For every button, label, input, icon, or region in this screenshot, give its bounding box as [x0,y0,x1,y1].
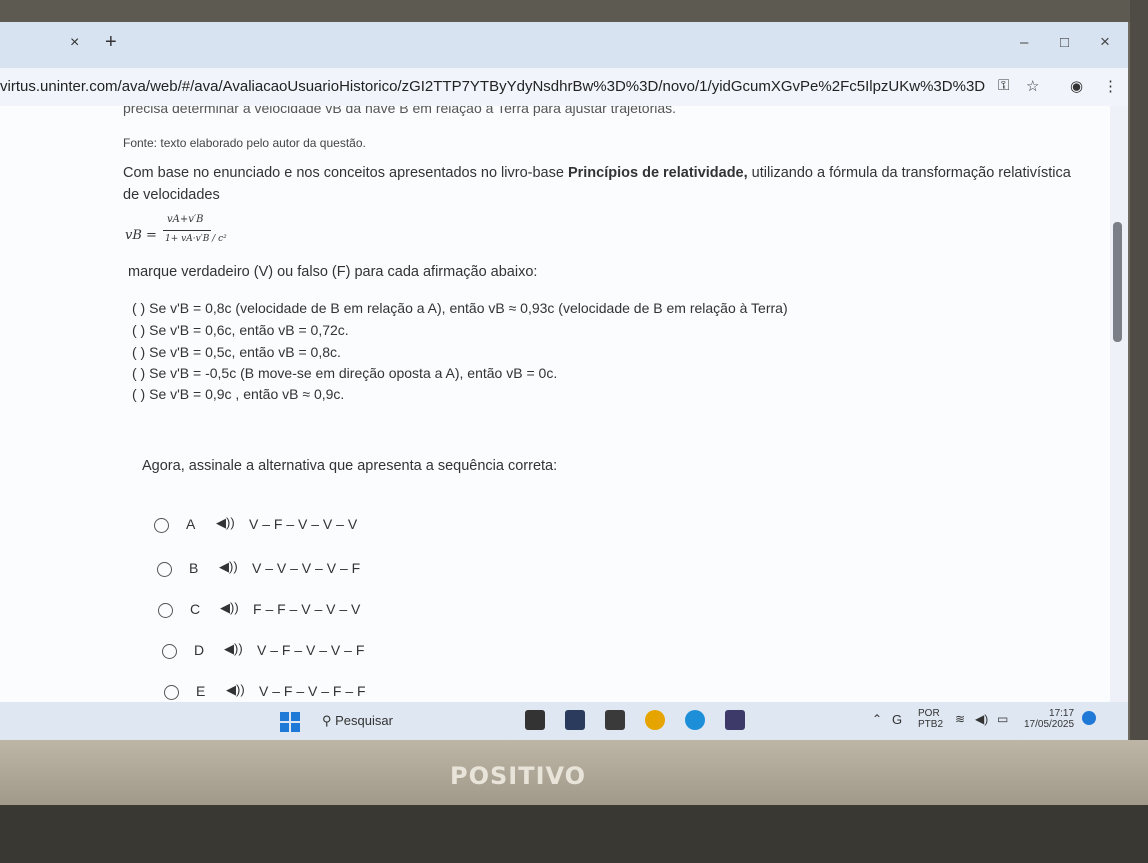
speaker-icon[interactable]: ◀)) [216,515,235,531]
windows-start-icon[interactable] [280,712,300,732]
keyboard-layout: PTB2 [918,719,944,730]
statement-2: ( ) Se v'B = 0,6c, então vB = 0,72c. [132,322,349,338]
chat-icon[interactable] [565,710,585,730]
radio-option-c[interactable] [158,603,173,618]
copilot-icon[interactable]: G [892,712,902,727]
statement-5: ( ) Se v'B = 0,9c , então vB ≈ 0,9c. [132,386,345,402]
search-label: Pesquisar [335,713,393,728]
star-icon[interactable]: ☆ [1026,77,1039,95]
clock[interactable]: 17:17 17/05/2025 [1024,708,1074,730]
radio-option-b[interactable] [157,562,172,577]
question-source: Fonte: texto elaborado pelo autor da que… [123,136,366,150]
fraction-bar [163,230,211,231]
option-letter: A [186,516,196,532]
scrollbar-track[interactable] [1110,106,1128,702]
chrome-icon[interactable] [645,710,665,730]
question-text-partial: precisa determinar a velocidade vB da na… [123,106,677,116]
key-icon[interactable]: ⚿ [998,77,1009,94]
tab-close-button[interactable]: × [70,34,79,52]
address-bar: virtus.uninter.com/ava/web/#/ava/Avaliac… [0,68,1128,106]
taskbar: ⚲ Pesquisar ⌃ G POR PTB2 ≋ ◀) ▭ 17:17 17/0… [0,702,1128,740]
radio-option-e[interactable] [164,685,179,700]
taskbar-search[interactable]: ⚲ Pesquisar [322,713,393,729]
wifi-icon[interactable]: ≋ [955,712,965,726]
statement-3: ( ) Se v'B = 0,5c, então vB = 0,8c. [132,344,341,360]
laptop-keyboard [0,805,1148,863]
task-view-icon[interactable] [525,710,545,730]
edge-icon[interactable] [685,710,705,730]
statement-1: ( ) Se v'B = 0,8c (velocidade de B em re… [132,300,788,316]
option-sequence: V – F – V – F – F [259,683,366,699]
question-page: precisa determinar a velocidade vB da na… [0,106,1110,702]
store-icon[interactable] [725,710,745,730]
tab-bar: × + – □ × [0,22,1128,68]
menu-kebab-icon[interactable]: ⋮ [1103,77,1118,95]
instruction-text: marque verdadeiro (V) ou falso (F) para … [128,264,538,280]
speaker-icon[interactable]: ◀)) [220,600,239,616]
statement-4: ( ) Se v'B = -0,5c (B move-se em direção… [132,365,558,381]
battery-icon[interactable]: ▭ [997,712,1008,726]
laptop-bezel-top [0,0,1148,22]
time: 17:17 [1049,708,1075,719]
laptop-bezel-right [1130,0,1148,863]
intro-text-start: Com base no enunciado e nos conceitos ap… [123,165,568,181]
option-letter: D [194,642,205,658]
maximize-button[interactable]: □ [1060,34,1069,51]
radio-option-a[interactable] [154,518,169,533]
option-sequence: V – F – V – V – V [249,516,358,532]
language-indicator[interactable]: POR PTB2 [918,708,943,730]
url-field[interactable]: virtus.uninter.com/ava/web/#/ava/Avaliac… [0,78,985,95]
new-tab-button[interactable]: + [105,31,117,54]
option-letter: C [190,601,201,617]
screen: × + – □ × virtus.uninter.com/ava/web/#/a… [0,22,1128,740]
option-sequence: V – V – V – V – F [252,560,361,576]
search-icon: ⚲ [322,713,336,728]
close-window-button[interactable]: × [1100,32,1110,52]
scrollbar-thumb[interactable] [1113,222,1122,342]
speaker-icon[interactable]: ◀)) [226,682,245,698]
book-title: Princípios de relatividade, [567,165,748,181]
speaker-icon[interactable]: ◀)) [219,559,238,575]
formula-lhs: vB = [125,228,157,243]
option-sequence: F – F – V – V – V [253,601,361,617]
notification-icon[interactable] [1082,711,1096,725]
laptop-brand-logo: POSITIVO [450,762,587,790]
minimize-button[interactable]: – [1020,34,1028,51]
option-sequence: V – F – V – V – F [257,642,365,658]
radio-option-d[interactable] [162,644,177,659]
formula-numerator: vA+v′B [167,214,204,225]
formula-denominator: 1+ vA·v′B / c² [165,234,227,244]
profile-icon[interactable]: ◉ [1070,77,1083,95]
file-explorer-icon[interactable] [605,710,625,730]
date: 17/05/2025 [1024,719,1075,730]
volume-icon[interactable]: ◀) [975,712,988,726]
chevron-up-icon[interactable]: ⌃ [872,712,882,726]
option-letter: E [196,683,206,699]
option-letter: B [189,560,199,576]
answer-prompt: Agora, assinale a alternativa que aprese… [142,458,558,474]
speaker-icon[interactable]: ◀)) [224,641,243,657]
language-code: POR [918,708,940,719]
question-intro: Com base no enunciado e nos conceitos ap… [123,162,1083,206]
